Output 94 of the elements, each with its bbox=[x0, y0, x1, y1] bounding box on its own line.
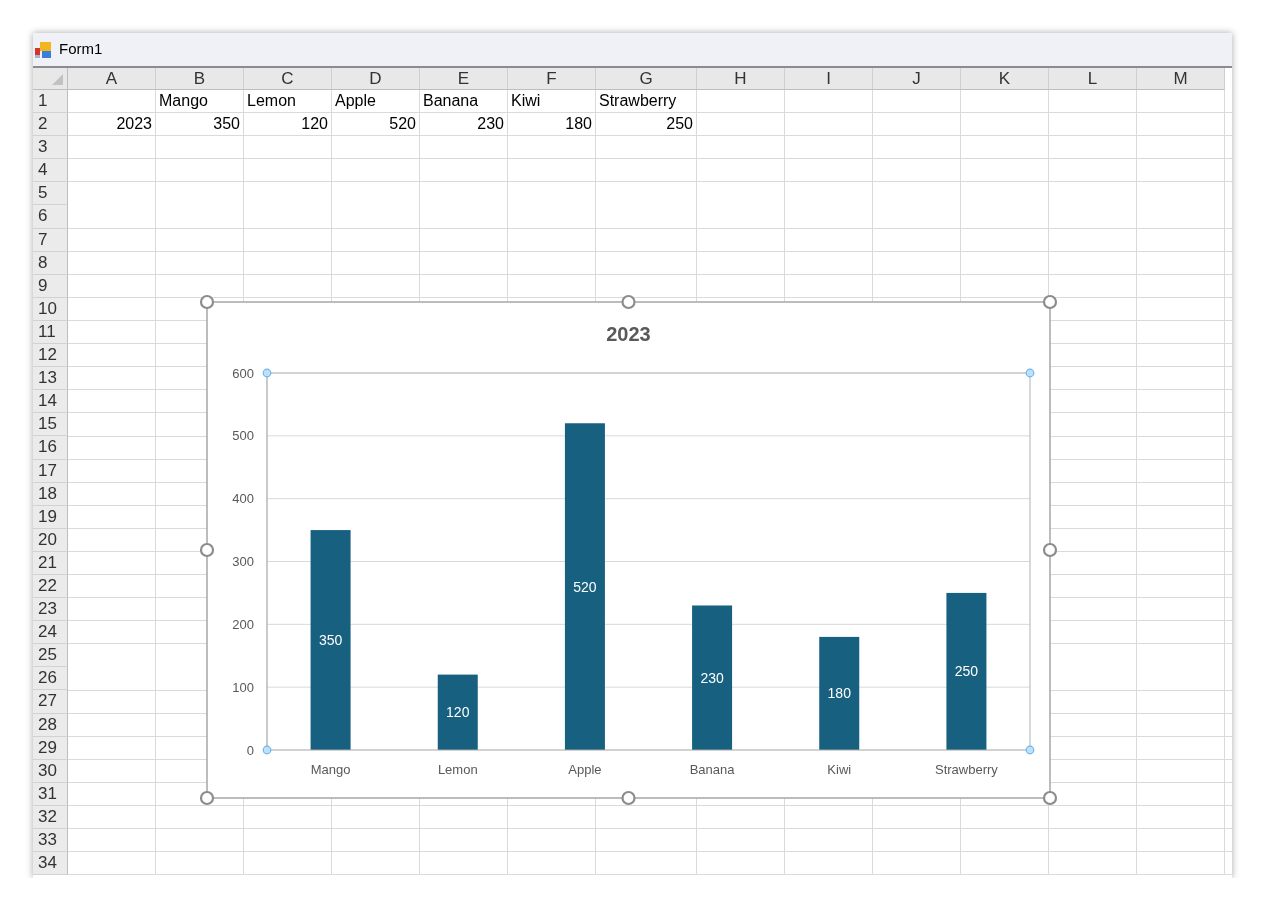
x-axis-label: Apple bbox=[568, 762, 602, 777]
resize-handle[interactable] bbox=[1042, 294, 1058, 310]
row-header[interactable]: 9 bbox=[33, 274, 68, 298]
row-header[interactable]: 32 bbox=[33, 805, 68, 829]
resize-handle[interactable] bbox=[199, 294, 215, 310]
resize-handle[interactable] bbox=[1042, 542, 1058, 558]
plot-area-handle[interactable] bbox=[1025, 368, 1035, 378]
resize-handle[interactable] bbox=[621, 294, 636, 310]
table-cell-text: Mango bbox=[158, 91, 209, 111]
column-header[interactable]: G bbox=[596, 68, 697, 90]
table-cell-text: Banana bbox=[422, 91, 480, 111]
data-label: 230 bbox=[700, 669, 724, 686]
data-label: 120 bbox=[446, 704, 470, 721]
row-header[interactable]: 29 bbox=[33, 736, 68, 760]
row-header[interactable]: 6 bbox=[33, 205, 68, 229]
column-header[interactable]: H bbox=[697, 68, 785, 90]
table-cell-text: 180 bbox=[564, 114, 593, 135]
row-header[interactable]: 30 bbox=[33, 759, 68, 783]
data-label: 180 bbox=[827, 685, 851, 702]
resize-handle[interactable] bbox=[1042, 790, 1058, 806]
row-header[interactable]: 16 bbox=[33, 436, 68, 460]
column-header[interactable]: A bbox=[68, 68, 156, 90]
column-header[interactable]: M bbox=[1137, 68, 1225, 90]
row-header[interactable]: 8 bbox=[33, 251, 68, 275]
table-cell-text: 120 bbox=[300, 114, 329, 135]
data-label: 250 bbox=[954, 663, 979, 680]
resize-handle[interactable] bbox=[199, 542, 215, 558]
data-label: 520 bbox=[573, 578, 597, 595]
row-header[interactable]: 19 bbox=[33, 505, 68, 529]
column-header[interactable]: K bbox=[961, 68, 1049, 90]
row-header[interactable]: 14 bbox=[33, 390, 68, 414]
x-axis-label: Mango bbox=[310, 762, 351, 777]
column-header[interactable]: J bbox=[873, 68, 961, 90]
row-header[interactable]: 11 bbox=[33, 320, 68, 345]
row-header[interactable]: 15 bbox=[33, 413, 68, 437]
table-cell-text: 230 bbox=[476, 114, 505, 135]
squares-icon bbox=[35, 41, 51, 58]
data-label: 350 bbox=[318, 632, 343, 649]
row-header[interactable]: 25 bbox=[33, 644, 68, 668]
column-header[interactable]: I bbox=[785, 68, 873, 90]
y-axis-label: 100 bbox=[232, 679, 254, 695]
table-cell-text: Apple bbox=[334, 91, 377, 111]
row-header[interactable]: 31 bbox=[33, 782, 68, 806]
row-header[interactable]: 17 bbox=[33, 459, 68, 483]
row-header[interactable]: 18 bbox=[33, 482, 68, 506]
table-cell-text: 250 bbox=[665, 114, 694, 135]
column-header[interactable]: C bbox=[244, 68, 332, 90]
table-cell-text: 520 bbox=[388, 114, 417, 135]
y-axis-label: 600 bbox=[232, 365, 254, 381]
column-header[interactable]: L bbox=[1049, 68, 1137, 90]
table-cell-text: Strawberry bbox=[598, 91, 678, 111]
column-header[interactable]: F bbox=[508, 68, 596, 90]
column-header[interactable]: D bbox=[332, 68, 420, 90]
row-header[interactable]: 27 bbox=[33, 690, 68, 714]
plot-area-handle[interactable] bbox=[262, 368, 272, 378]
table-cell-text: 2023 bbox=[115, 114, 153, 135]
row-header[interactable]: 28 bbox=[33, 713, 68, 737]
row-header[interactable]: 12 bbox=[33, 344, 68, 368]
column-header[interactable]: E bbox=[420, 68, 508, 90]
y-axis-label: 200 bbox=[232, 616, 254, 632]
plot-area-handle[interactable] bbox=[262, 745, 272, 755]
x-axis-label: Strawberry bbox=[935, 762, 998, 777]
row-header[interactable]: 10 bbox=[33, 297, 68, 321]
row-header[interactable]: 4 bbox=[33, 159, 68, 183]
resize-handle[interactable] bbox=[199, 790, 215, 806]
y-axis-label: 0 bbox=[246, 742, 254, 758]
y-axis-label: 300 bbox=[232, 554, 254, 569]
row-header[interactable]: 26 bbox=[33, 667, 68, 691]
table-cell-text: Lemon bbox=[246, 91, 297, 111]
row-header[interactable]: 5 bbox=[33, 182, 68, 206]
row-header[interactable]: 34 bbox=[33, 852, 68, 876]
row-header[interactable]: 21 bbox=[33, 551, 68, 575]
chart-title: 2023 bbox=[606, 323, 651, 345]
row-header[interactable]: 24 bbox=[33, 621, 68, 645]
table-cell-text: Kiwi bbox=[510, 91, 542, 111]
y-axis-label: 400 bbox=[232, 491, 254, 507]
resize-handle[interactable] bbox=[621, 790, 636, 806]
y-axis-label: 500 bbox=[232, 428, 254, 444]
window-title: Form1 bbox=[59, 39, 103, 60]
row-header[interactable]: 7 bbox=[33, 228, 68, 252]
row-header[interactable]: 20 bbox=[33, 528, 68, 552]
row-header[interactable]: 13 bbox=[33, 367, 68, 391]
x-axis-label: Banana bbox=[689, 762, 735, 777]
row-header[interactable]: 22 bbox=[33, 574, 68, 599]
row-header[interactable]: 23 bbox=[33, 598, 68, 622]
x-axis-label: Kiwi bbox=[827, 762, 852, 777]
column-header[interactable]: B bbox=[156, 68, 244, 90]
x-axis-label: Lemon bbox=[437, 762, 478, 777]
plot-area-handle[interactable] bbox=[1025, 745, 1035, 755]
row-header[interactable]: 3 bbox=[33, 136, 68, 160]
row-header[interactable]: 1 bbox=[33, 90, 68, 114]
table-cell-text: 350 bbox=[212, 114, 241, 135]
row-header[interactable]: 33 bbox=[33, 829, 68, 853]
row-header[interactable]: 2 bbox=[33, 113, 68, 137]
